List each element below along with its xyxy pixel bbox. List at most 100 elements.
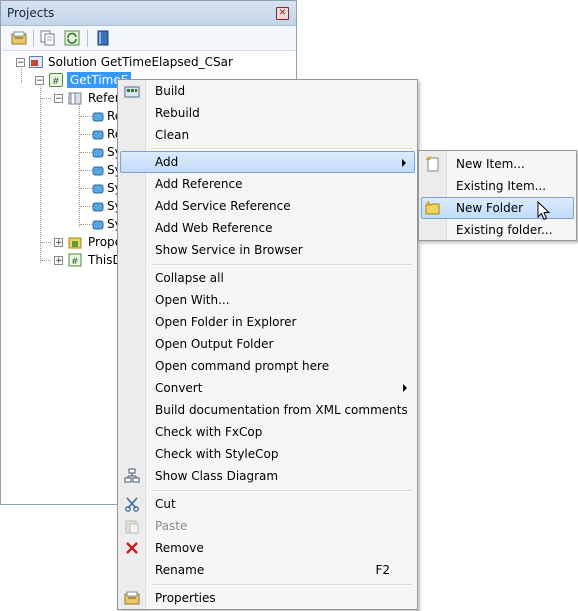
menu-item-label: Cut <box>155 497 176 511</box>
tree-node-reference[interactable]: Sy <box>1 179 122 197</box>
menu-item-label: Build documentation from XML comments <box>155 403 408 417</box>
menu-separator <box>151 148 413 150</box>
menu-item-add-reference[interactable]: Add Reference <box>120 173 415 195</box>
toolbar-separator <box>33 30 34 47</box>
menu-item-label: Show Service in Browser <box>155 243 303 257</box>
submenu-arrow-icon <box>402 159 406 167</box>
menu-item-show-service-in-browser[interactable]: Show Service in Browser <box>120 239 415 261</box>
new-item-icon <box>425 156 439 172</box>
menu-item-add-web-reference[interactable]: Add Web Reference <box>120 217 415 239</box>
menu-item-check-fxcop[interactable]: Check with FxCop <box>120 421 415 443</box>
menu-item-label: Open With... <box>155 293 230 307</box>
menu-item-build-documentation[interactable]: Build documentation from XML comments <box>120 399 415 421</box>
submenu-item-new-folder[interactable]: New Folder <box>421 197 574 219</box>
collapse-icon[interactable]: − <box>16 58 25 68</box>
menu-item-label: Existing Item... <box>456 179 547 193</box>
menu-item-check-stylecop[interactable]: Check with StyleCop <box>120 443 415 465</box>
menu-item-label: Add Web Reference <box>155 221 273 235</box>
menu-item-build[interactable]: Build <box>120 80 415 102</box>
references-folder-icon <box>68 92 82 105</box>
cut-icon <box>125 497 139 512</box>
submenu-item-new-item[interactable]: New Item... <box>421 153 574 175</box>
menu-item-remove[interactable]: Remove <box>120 537 415 559</box>
menu-item-label: Open command prompt here <box>155 359 330 373</box>
paste-icon <box>125 520 139 534</box>
assembly-reference-icon <box>92 184 104 194</box>
submenu-item-existing-folder[interactable]: Existing folder... <box>421 219 574 241</box>
svg-text:#: # <box>71 257 79 267</box>
tree-node-reference[interactable]: Re <box>1 107 122 125</box>
menu-item-rename[interactable]: Rename F2 <box>120 559 415 581</box>
properties-icon[interactable] <box>11 30 27 46</box>
assembly-reference-icon <box>92 166 104 176</box>
build-icon <box>124 86 140 98</box>
solution-label: Solution GetTimeElapsed_CSar <box>48 55 233 69</box>
tree-node-reference[interactable]: Re <box>1 125 122 143</box>
tree-node-reference[interactable]: Sy <box>1 161 122 179</box>
submenu-item-existing-item[interactable]: Existing Item... <box>421 175 574 197</box>
panel-title-bar: Projects ✕ <box>1 1 296 26</box>
menu-item-label: Check with StyleCop <box>155 447 279 461</box>
collapse-icon[interactable]: − <box>35 76 44 86</box>
menu-item-label: Show Class Diagram <box>155 469 279 483</box>
tree-node-properties[interactable]: + Prope <box>1 233 122 251</box>
menu-item-convert[interactable]: Convert <box>120 377 415 399</box>
collapse-icon[interactable]: − <box>54 94 63 104</box>
panel-title: Projects <box>7 6 55 20</box>
tree-guide <box>41 98 51 99</box>
toolbar-separator <box>87 30 88 47</box>
menu-item-clean[interactable]: Clean <box>120 124 415 146</box>
menu-item-label: Clean <box>155 128 190 142</box>
show-all-files-icon[interactable] <box>40 30 56 46</box>
assembly-reference-icon <box>92 220 104 230</box>
class-diagram-icon <box>124 468 140 483</box>
menu-item-add-service-reference[interactable]: Add Service Reference <box>120 195 415 217</box>
menu-item-label: New Folder <box>456 201 524 215</box>
refresh-icon[interactable] <box>64 30 80 46</box>
menu-item-open-with[interactable]: Open With... <box>120 289 415 311</box>
menu-item-properties[interactable]: Properties <box>120 587 415 609</box>
menu-item-label: Add Service Reference <box>155 199 291 213</box>
assembly-reference-icon <box>92 202 104 212</box>
tree-node-solution[interactable]: − Solution GetTimeElapsed_CSar <box>1 53 298 71</box>
remove-icon <box>126 542 138 554</box>
add-submenu: New Item... Existing Item... New Folder … <box>418 150 577 241</box>
expand-icon[interactable]: + <box>54 256 63 266</box>
menu-item-add[interactable]: Add <box>120 151 415 173</box>
menu-item-collapse-all[interactable]: Collapse all <box>120 267 415 289</box>
new-folder-icon <box>425 200 440 215</box>
tree-node-reference[interactable]: Sy <box>1 143 122 161</box>
close-icon[interactable]: ✕ <box>276 7 289 20</box>
menu-item-label: Convert <box>155 381 203 395</box>
menu-separator <box>151 490 413 492</box>
class-view-icon[interactable] <box>95 30 111 46</box>
properties-folder-icon <box>68 237 82 249</box>
tree-node-thisdocument[interactable]: + # ThisD <box>1 251 122 269</box>
assembly-reference-icon <box>92 112 104 122</box>
menu-item-label: Rename <box>155 563 205 577</box>
csharp-project-icon: # <box>49 73 63 87</box>
menu-item-paste[interactable]: Paste <box>120 515 415 537</box>
menu-separator <box>151 584 413 586</box>
menu-item-label: Rebuild <box>155 106 200 120</box>
assembly-reference-icon <box>92 148 104 158</box>
menu-item-label: New Item... <box>456 157 525 171</box>
menu-item-label: Add Reference <box>155 177 243 191</box>
submenu-arrow-icon <box>403 384 407 392</box>
tree-node-reference[interactable]: Sy <box>1 215 122 233</box>
menu-item-show-class-diagram[interactable]: Show Class Diagram <box>120 465 415 487</box>
tree-node-reference[interactable]: Sy <box>1 197 122 215</box>
menu-item-label: Add <box>155 155 179 169</box>
menu-item-open-folder-in-explorer[interactable]: Open Folder in Explorer <box>120 311 415 333</box>
solution-icon <box>29 56 43 68</box>
menu-item-rebuild[interactable]: Rebuild <box>120 102 415 124</box>
menu-item-label: Remove <box>155 541 204 555</box>
menu-item-label: Existing folder... <box>456 223 553 237</box>
menu-item-cut[interactable]: Cut <box>120 493 415 515</box>
menu-item-label: Paste <box>155 519 188 533</box>
menu-item-open-command-prompt[interactable]: Open command prompt here <box>120 355 415 377</box>
menu-item-shortcut: F2 <box>375 563 390 577</box>
menu-item-open-output-folder[interactable]: Open Output Folder <box>120 333 415 355</box>
expand-icon[interactable]: + <box>54 238 63 248</box>
mouse-cursor-icon <box>537 201 551 221</box>
